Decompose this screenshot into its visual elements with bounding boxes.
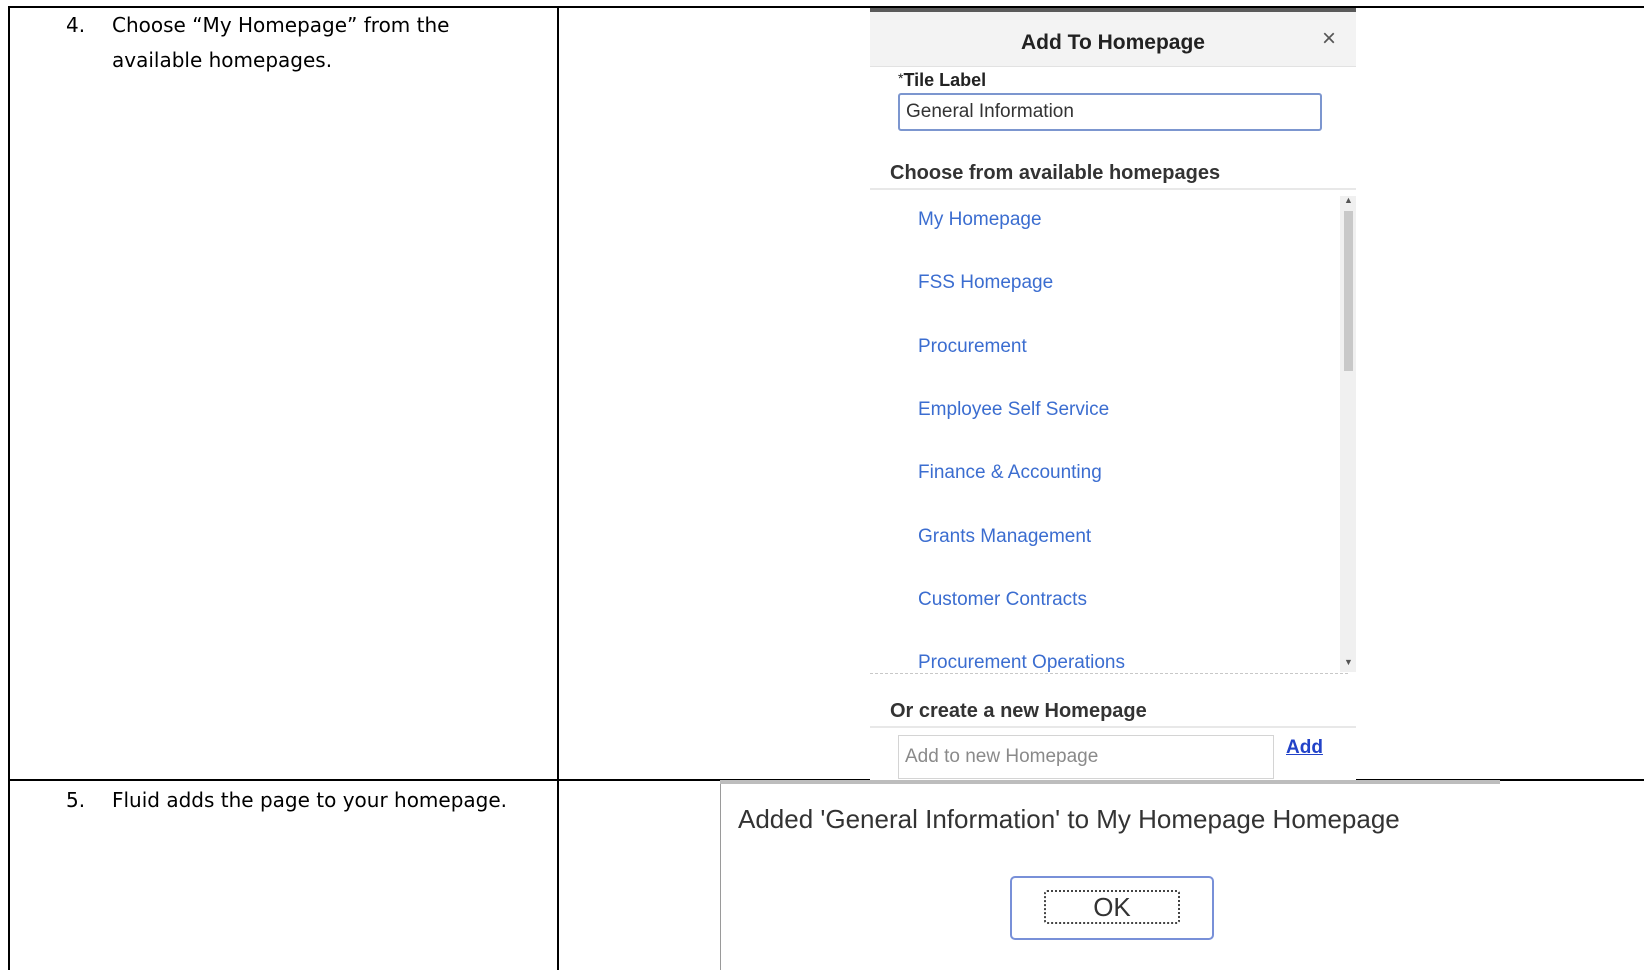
confirmation-left-border [720, 784, 721, 970]
homepage-option-fss[interactable]: FSS Homepage [918, 272, 1053, 294]
homepage-option-employee-self-service[interactable]: Employee Self Service [918, 399, 1109, 421]
step-number: 4. [66, 13, 86, 37]
homepage-list-scrollbar[interactable]: ▲ ▼ [1340, 195, 1356, 672]
close-icon[interactable]: × [1322, 25, 1336, 53]
homepage-option-finance-accounting[interactable]: Finance & Accounting [918, 462, 1102, 484]
scroll-down-arrow-icon[interactable]: ▼ [1344, 657, 1353, 667]
step-text: Choose “My Homepage” from the available … [112, 13, 450, 72]
table-column-divider [557, 6, 559, 970]
homepage-option-procurement[interactable]: Procurement [918, 336, 1027, 358]
confirmation-message: Added 'General Information' to My Homepa… [738, 804, 1400, 834]
dialog-header: Add To Homepage × [870, 12, 1356, 67]
homepage-option-procurement-operations[interactable]: Procurement Operations [918, 652, 1125, 674]
tile-label-heading: *Tile Label [898, 70, 986, 91]
ok-button[interactable]: OK [1010, 876, 1214, 940]
homepage-option-customer-contracts[interactable]: Customer Contracts [918, 589, 1087, 611]
homepage-list: My Homepage FSS Homepage Procurement Emp… [870, 190, 1356, 678]
add-new-homepage-link[interactable]: Add [1286, 737, 1323, 759]
confirmation-dialog: Added 'General Information' to My Homepa… [720, 780, 1500, 970]
choose-homepages-heading: Choose from available homepages [890, 162, 1221, 184]
homepage-option-my-homepage[interactable]: My Homepage [918, 209, 1042, 231]
confirmation-top-bar [720, 780, 1500, 784]
table-left-border [8, 6, 10, 970]
scroll-up-arrow-icon[interactable]: ▲ [1344, 195, 1353, 205]
step-number: 5. [66, 788, 86, 812]
new-homepage-input[interactable] [898, 735, 1274, 779]
create-heading-rule [870, 726, 1356, 728]
homepage-option-grants-management[interactable]: Grants Management [918, 526, 1091, 548]
scroll-thumb[interactable] [1344, 211, 1353, 371]
dialog-title: Add To Homepage [1021, 31, 1205, 54]
add-to-homepage-dialog: Add To Homepage × *Tile Label Choose fro… [870, 8, 1356, 780]
tile-label-input[interactable] [898, 93, 1322, 131]
tile-label-text: Tile Label [903, 70, 987, 90]
step-text: Fluid adds the page to your homepage. [112, 788, 508, 812]
create-homepage-heading: Or create a new Homepage [890, 700, 1147, 722]
ok-button-label: OK [1044, 890, 1180, 924]
list-bottom-divider [870, 673, 1348, 674]
